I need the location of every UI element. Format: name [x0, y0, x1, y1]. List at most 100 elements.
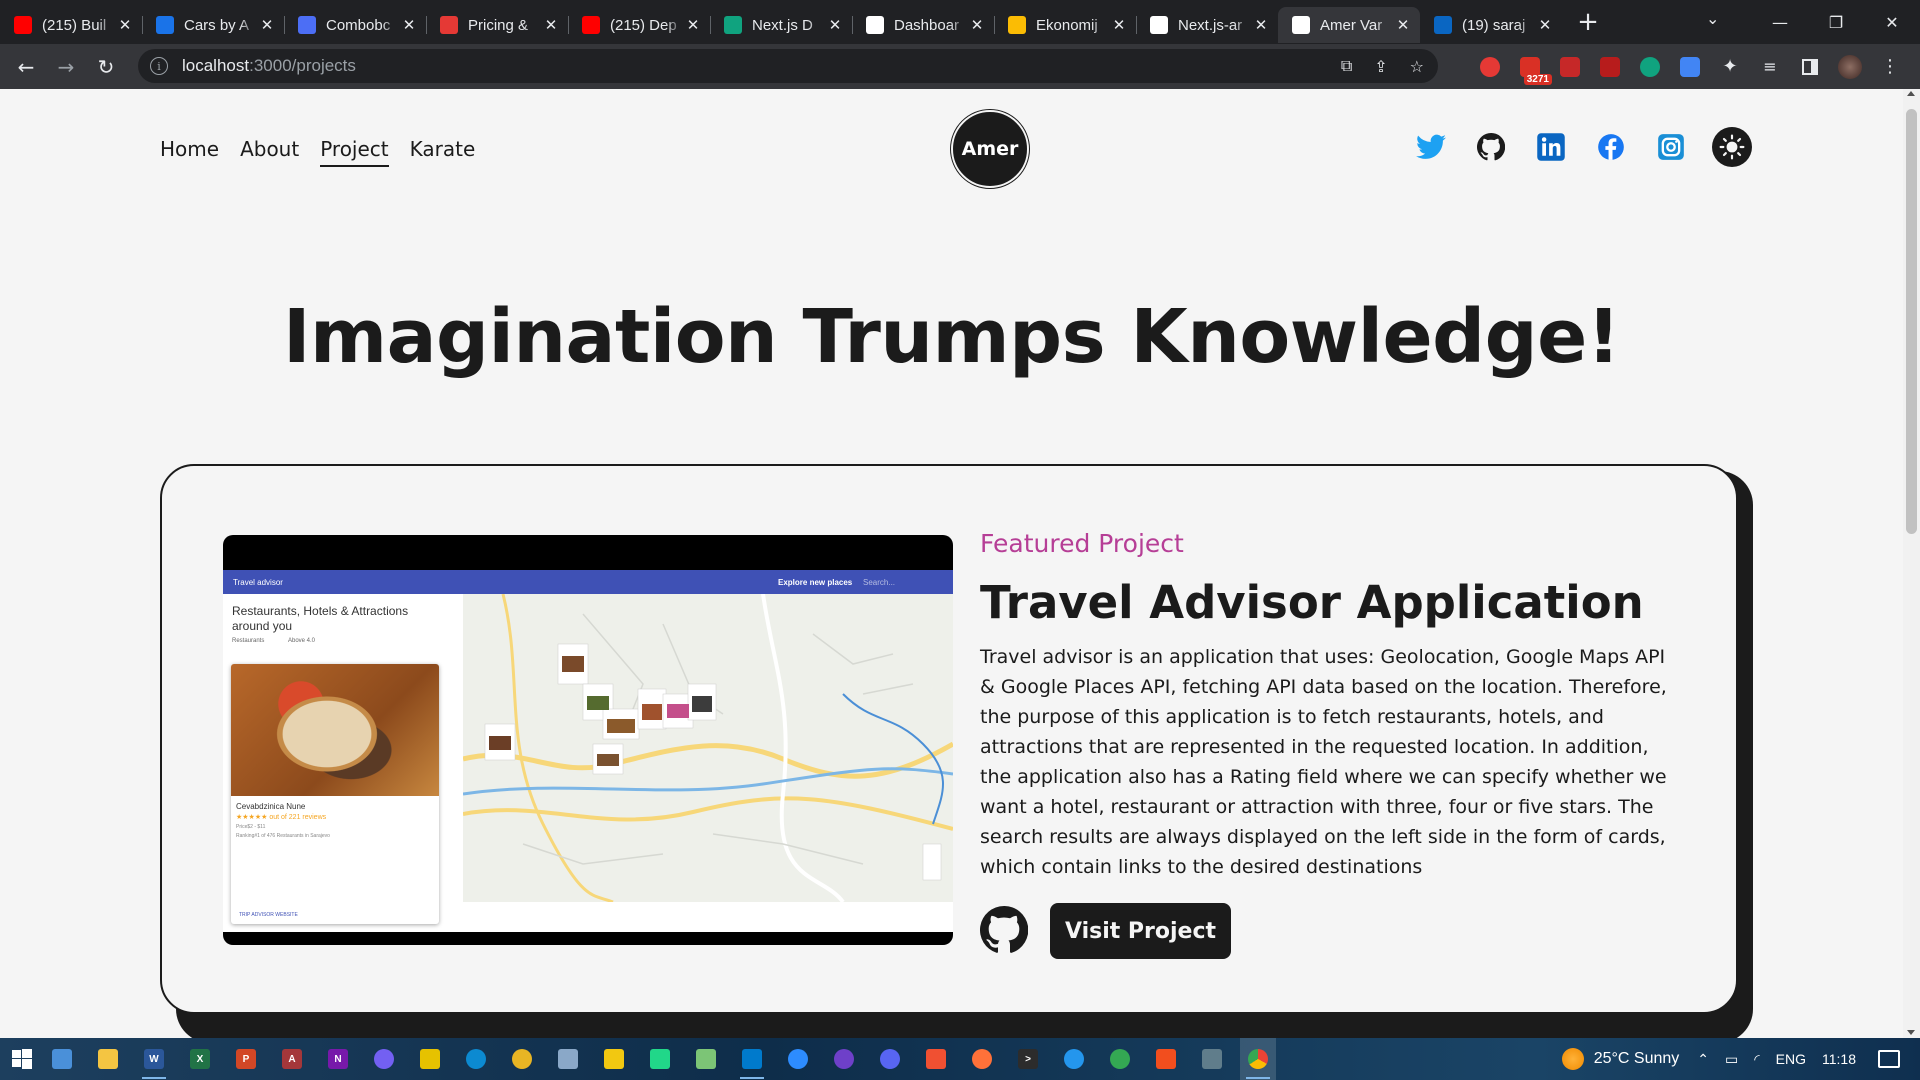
extension-icon[interactable]: [1556, 53, 1584, 81]
site-info-icon[interactable]: i: [150, 57, 168, 75]
twitter-icon[interactable]: [1412, 128, 1450, 166]
power-bi-icon[interactable]: [596, 1038, 632, 1080]
project-github-icon[interactable]: [979, 905, 1029, 954]
browser-tab[interactable]: (215) Dep ✕: [568, 7, 710, 43]
wifi-icon[interactable]: ◜: [1754, 1051, 1759, 1068]
minimize-icon[interactable]: —: [1752, 13, 1808, 32]
puzzle-extensions-icon[interactable]: ✦: [1716, 53, 1744, 81]
close-window-icon[interactable]: ✕: [1864, 13, 1920, 32]
chrome-icon[interactable]: [1240, 1038, 1276, 1080]
browser-tab[interactable]: (215) Buil ✕: [0, 7, 142, 43]
tab-close-icon[interactable]: ✕: [1394, 16, 1412, 34]
figma-icon[interactable]: [1148, 1038, 1184, 1080]
theme-toggle-sun-icon[interactable]: [1712, 127, 1752, 167]
docker-icon[interactable]: [1056, 1038, 1092, 1080]
firefox-icon[interactable]: [964, 1038, 1000, 1080]
git-icon[interactable]: [918, 1038, 954, 1080]
new-tab-button[interactable]: +: [1570, 4, 1606, 40]
site-logo[interactable]: Amer: [951, 110, 1029, 188]
forward-icon[interactable]: →: [46, 47, 86, 87]
globe-app-icon[interactable]: [1102, 1038, 1138, 1080]
windows-start-icon[interactable]: [0, 1038, 44, 1080]
extension-icon[interactable]: [1476, 53, 1504, 81]
tab-close-icon[interactable]: ✕: [826, 16, 844, 34]
page-scrollbar[interactable]: [1903, 89, 1920, 1038]
file-explorer-icon[interactable]: [90, 1038, 126, 1080]
visit-project-button[interactable]: Visit Project: [1050, 903, 1231, 959]
bookmark-star-icon[interactable]: ☆: [1410, 57, 1424, 76]
browser-tab[interactable]: Next.js D ✕: [710, 7, 852, 43]
tray-chevron-icon[interactable]: ⌃: [1697, 1051, 1709, 1068]
browser-tab[interactable]: Ekonomij ✕: [994, 7, 1136, 43]
profile-avatar[interactable]: [1836, 53, 1864, 81]
pycharm-icon[interactable]: [642, 1038, 678, 1080]
tab-close-icon[interactable]: ✕: [684, 16, 702, 34]
nav-link-project[interactable]: Project: [320, 137, 390, 167]
word-icon[interactable]: W: [136, 1038, 172, 1080]
zoom-icon[interactable]: [780, 1038, 816, 1080]
chrome-canary-icon[interactable]: [504, 1038, 540, 1080]
language-indicator[interactable]: ENG: [1776, 1051, 1806, 1067]
linkedin-icon[interactable]: [1532, 128, 1570, 166]
open-in-window-icon[interactable]: ⧉: [1341, 56, 1352, 76]
side-panel-icon[interactable]: [1796, 53, 1824, 81]
task-view-icon[interactable]: [44, 1038, 80, 1080]
scrollbar-thumb[interactable]: [1906, 109, 1917, 534]
tab-close-icon[interactable]: ✕: [1110, 16, 1128, 34]
browser-tab[interactable]: Dashboar ✕: [852, 7, 994, 43]
address-bar[interactable]: i localhost:3000/projects ⧉ ⇪ ☆: [138, 49, 1438, 83]
gmail-extension-icon[interactable]: 3271: [1516, 53, 1552, 85]
scroll-up-arrow-icon[interactable]: [1907, 91, 1915, 96]
nav-link-karate[interactable]: Karate: [410, 137, 476, 163]
github-icon[interactable]: [1472, 128, 1510, 166]
excel-icon[interactable]: X: [182, 1038, 218, 1080]
tab-close-icon[interactable]: ✕: [116, 16, 134, 34]
discord-icon[interactable]: [872, 1038, 908, 1080]
openai-extension-icon[interactable]: [1636, 53, 1664, 81]
battery-icon[interactable]: ▭: [1725, 1051, 1738, 1068]
pdf-extension-icon[interactable]: [1596, 53, 1624, 81]
url-text[interactable]: localhost:3000/projects: [182, 56, 356, 76]
tab-close-icon[interactable]: ✕: [542, 16, 560, 34]
powerpoint-icon[interactable]: P: [228, 1038, 264, 1080]
browser-menu-icon[interactable]: ⋮: [1876, 53, 1904, 81]
terminal-icon[interactable]: >: [1010, 1038, 1046, 1080]
sticky-notes-icon[interactable]: [412, 1038, 448, 1080]
nav-link-home[interactable]: Home: [160, 137, 219, 163]
edge-icon[interactable]: [458, 1038, 494, 1080]
browser-tab[interactable]: Next.js-ar ✕: [1136, 7, 1278, 43]
onenote-icon[interactable]: N: [320, 1038, 356, 1080]
tab-close-icon[interactable]: ✕: [258, 16, 276, 34]
project-screenshot[interactable]: Travel advisor Explore new places Search…: [223, 535, 953, 945]
reload-icon[interactable]: ↻: [86, 47, 126, 87]
notifications-icon[interactable]: [1878, 1050, 1900, 1068]
github-desktop-icon[interactable]: [826, 1038, 862, 1080]
browser-tab[interactable]: Pricing & ✕: [426, 7, 568, 43]
clock[interactable]: 11:18: [1822, 1051, 1856, 1067]
photos-icon[interactable]: [1194, 1038, 1230, 1080]
viber-icon[interactable]: [366, 1038, 402, 1080]
browser-tab[interactable]: Combobc ✕: [284, 7, 426, 43]
3d-viewer-icon[interactable]: [550, 1038, 586, 1080]
tab-close-icon[interactable]: ✕: [968, 16, 986, 34]
tab-search-icon[interactable]: ⌄: [1706, 9, 1719, 28]
nav-link-about[interactable]: About: [240, 137, 299, 163]
reading-list-icon[interactable]: ≡: [1756, 53, 1784, 81]
tab-close-icon[interactable]: ✕: [1536, 16, 1554, 34]
browser-tab[interactable]: Cars by A ✕: [142, 7, 284, 43]
tab-close-icon[interactable]: ✕: [1252, 16, 1270, 34]
notepad-icon[interactable]: [688, 1038, 724, 1080]
scroll-down-arrow-icon[interactable]: [1907, 1030, 1915, 1035]
back-icon[interactable]: ←: [6, 47, 46, 87]
weather-text[interactable]: 25°C Sunny: [1594, 1050, 1680, 1068]
project-title[interactable]: Travel Advisor Application: [980, 576, 1644, 629]
translate-extension-icon[interactable]: [1676, 53, 1704, 81]
browser-tab[interactable]: Amer Var ✕: [1278, 7, 1420, 43]
restore-icon[interactable]: ❐: [1808, 13, 1864, 32]
tab-close-icon[interactable]: ✕: [400, 16, 418, 34]
instagram-icon[interactable]: [1652, 128, 1690, 166]
access-icon[interactable]: A: [274, 1038, 310, 1080]
weather-sun-icon[interactable]: [1561, 1048, 1584, 1070]
share-icon[interactable]: ⇪: [1374, 57, 1387, 76]
vscode-icon[interactable]: [734, 1038, 770, 1080]
